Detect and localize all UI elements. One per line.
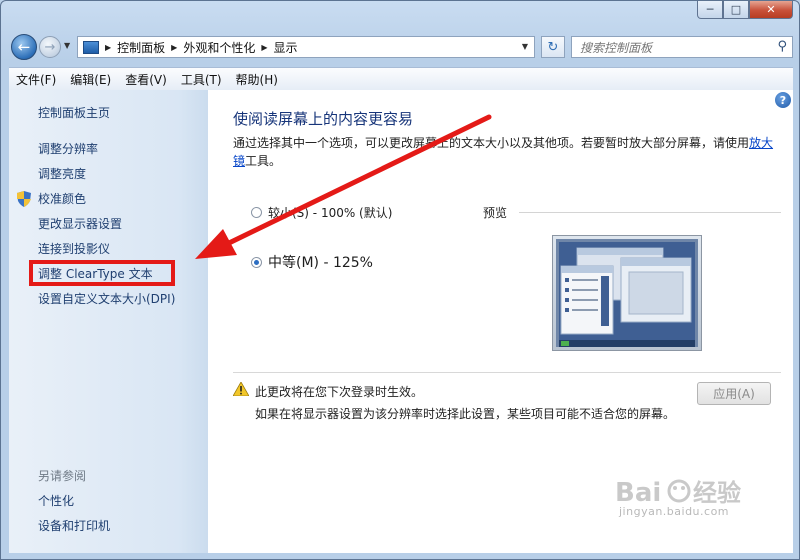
maximize-button[interactable]: □	[723, 1, 749, 19]
search-icon[interactable]: ⚲	[777, 39, 787, 54]
back-button[interactable]: ←	[11, 34, 37, 60]
page-title: 使阅读屏幕上的内容更容易	[233, 110, 414, 128]
refresh-button[interactable]: ↻	[541, 36, 565, 58]
address-dropdown-icon[interactable]: ▼	[522, 42, 528, 51]
option-medium-label[interactable]: 中等(M) - 125%	[268, 252, 373, 272]
search-input[interactable]	[578, 38, 772, 58]
sidebar-item-custom-dpi[interactable]: 设置自定义文本大小(DPI)	[38, 290, 175, 307]
refresh-icon: ↻	[547, 39, 559, 55]
sidebar-item-projector[interactable]: 连接到投影仪	[38, 240, 110, 257]
see-also-heading: 另请参阅	[38, 469, 87, 483]
radio-medium[interactable]	[251, 256, 262, 268]
forward-arrow-icon: →	[44, 39, 56, 55]
navigation-bar: ← → ▼ ▶ 控制面板 ▶ 外观和个性化 ▶ 显示 ▼ ↻ ⚲	[9, 33, 793, 61]
breadcrumb-separator-icon[interactable]: ▶	[261, 43, 267, 52]
menu-view[interactable]: 查看(V)	[118, 71, 174, 88]
breadcrumb-control-panel[interactable]: 控制面板	[117, 39, 165, 56]
search-box[interactable]: ⚲	[571, 36, 793, 58]
uac-shield-icon	[17, 191, 31, 207]
task-sidebar: 控制面板主页 调整分辨率 调整亮度 校准颜色 更改显示器设置 连接到投影仪 调整…	[9, 90, 208, 553]
sidebar-item-resolution[interactable]: 调整分辨率	[38, 140, 98, 157]
preview-image	[552, 235, 702, 351]
preview-label: 预览	[483, 206, 508, 220]
watermark: Bai 经验 jingyan.baidu.com	[601, 471, 799, 551]
preview-monitor-graphic	[556, 239, 698, 347]
apply-button[interactable]: 应用(A)	[697, 382, 771, 405]
notice-divider	[233, 372, 781, 373]
page-description: 通过选择其中一个选项，可以更改屏幕上的文本大小以及其他项。若要暂时放大部分屏幕，…	[233, 134, 777, 170]
preview-divider	[519, 212, 781, 213]
help-icon[interactable]: ?	[775, 92, 791, 108]
option-smaller-label[interactable]: 较小(S) - 100% (默认)	[268, 204, 392, 221]
notice-detail-text: 如果在将显示器设置为该分辨率时选择此设置，某些项目可能不适合您的屏幕。	[255, 407, 676, 421]
option-medium[interactable]: 中等(M) - 125%	[251, 252, 373, 272]
breadcrumb-separator-icon[interactable]: ▶	[171, 43, 177, 52]
sidebar-item-devices-printers[interactable]: 设备和打印机	[38, 517, 110, 534]
control-panel-icon	[83, 40, 99, 54]
menu-edit[interactable]: 编辑(E)	[63, 71, 118, 88]
back-arrow-icon: ←	[17, 38, 31, 56]
warning-icon	[233, 382, 249, 396]
menu-bar: 文件(F) 编辑(E) 查看(V) 工具(T) 帮助(H)	[9, 67, 793, 91]
sidebar-item-personalization[interactable]: 个性化	[38, 492, 74, 509]
close-button[interactable]: ✕	[749, 1, 793, 19]
control-panel-window: ─ □ ✕ ← → ▼ ▶ 控制面板 ▶ 外观和个性化 ▶ 显示 ▼ ↻ ⚲ 文…	[0, 0, 800, 560]
sidebar-item-home[interactable]: 控制面板主页	[38, 104, 110, 121]
recent-pages-dropdown[interactable]: ▼	[64, 41, 70, 50]
svg-text:Bai: Bai	[615, 478, 661, 508]
address-bar[interactable]: ▶ 控制面板 ▶ 外观和个性化 ▶ 显示 ▼	[77, 36, 535, 58]
caption-buttons: ─ □ ✕	[697, 1, 793, 19]
sidebar-item-brightness[interactable]: 调整亮度	[38, 165, 86, 182]
sidebar-item-display-settings[interactable]: 更改显示器设置	[38, 215, 122, 232]
notice-text: 此更改将在您下次登录时生效。	[255, 385, 424, 399]
watermark-url: jingyan.baidu.com	[619, 505, 730, 518]
forward-button[interactable]: →	[39, 36, 61, 58]
radio-smaller[interactable]	[251, 207, 262, 218]
menu-help[interactable]: 帮助(H)	[229, 71, 285, 88]
description-suffix: 工具。	[245, 154, 282, 168]
sidebar-item-calibrate-color[interactable]: 校准颜色	[38, 190, 86, 207]
minimize-button[interactable]: ─	[697, 1, 723, 19]
description-text: 通过选择其中一个选项，可以更改屏幕上的文本大小以及其他项。若要暂时放大部分屏幕，…	[233, 136, 750, 150]
breadcrumb-display[interactable]: 显示	[274, 39, 298, 56]
option-smaller[interactable]: 较小(S) - 100% (默认)	[251, 204, 392, 221]
svg-text:经验: 经验	[693, 479, 741, 507]
menu-tools[interactable]: 工具(T)	[174, 71, 229, 88]
menu-file[interactable]: 文件(F)	[9, 71, 63, 88]
breadcrumb-appearance[interactable]: 外观和个性化	[183, 39, 255, 56]
breadcrumb-separator-icon[interactable]: ▶	[105, 43, 111, 52]
cleartype-highlight-box	[29, 260, 175, 286]
